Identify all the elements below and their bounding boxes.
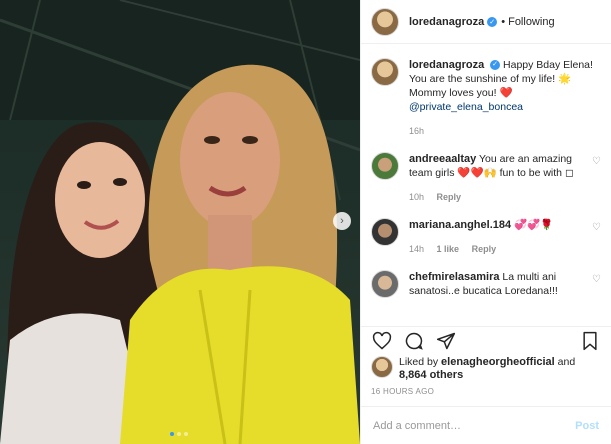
bookmark-icon[interactable] bbox=[579, 330, 601, 352]
carousel-dot bbox=[170, 432, 174, 436]
list-item: chefmirelasamira La multi ani sanatosi..… bbox=[371, 270, 601, 298]
comment-text: 💞💞🌹 bbox=[514, 219, 554, 231]
carousel-dots bbox=[170, 432, 188, 436]
carousel-dot bbox=[184, 432, 188, 436]
comment-username[interactable]: andreeaaltay bbox=[409, 153, 476, 165]
share-icon[interactable] bbox=[435, 330, 457, 352]
post-side-panel: loredanagroza ✓ • Following loredanagroz… bbox=[360, 0, 611, 444]
author-avatar[interactable] bbox=[371, 58, 399, 86]
comment-likes[interactable]: 1 like bbox=[437, 244, 460, 254]
author-avatar[interactable] bbox=[371, 7, 399, 36]
commenter-avatar[interactable] bbox=[371, 270, 399, 298]
reply-button[interactable]: Reply bbox=[437, 192, 462, 202]
caption-time: 16h bbox=[409, 126, 425, 136]
verified-badge-icon: ✓ bbox=[487, 16, 498, 27]
likes-middle: and bbox=[557, 356, 576, 368]
caption-mention-link[interactable]: @private_elena_boncea bbox=[409, 101, 523, 113]
commenter-avatar[interactable] bbox=[371, 152, 399, 180]
likes-count[interactable]: 8,864 others bbox=[399, 369, 463, 381]
liker-username[interactable]: elenagheorgheofficial bbox=[441, 356, 555, 368]
like-comment-heart-icon[interactable]: ♡ bbox=[592, 156, 601, 204]
post-timestamp: 16 HOURS AGO bbox=[371, 387, 435, 396]
following-button[interactable]: • Following bbox=[501, 16, 554, 28]
post-header: loredanagroza ✓ • Following bbox=[361, 0, 611, 44]
verified-badge-icon: ✓ bbox=[490, 60, 501, 71]
like-comment-heart-icon[interactable]: ♡ bbox=[592, 274, 601, 298]
liker-avatar[interactable] bbox=[371, 356, 393, 378]
post-comment-button[interactable]: Post bbox=[575, 420, 599, 432]
author-username[interactable]: loredanagroza bbox=[409, 16, 484, 28]
comment-time: 14h bbox=[409, 244, 425, 254]
heart-icon[interactable] bbox=[371, 330, 393, 352]
caption-username[interactable]: loredanagroza bbox=[409, 59, 484, 71]
comment-icon[interactable] bbox=[403, 330, 425, 352]
post-actions bbox=[361, 326, 611, 354]
likes-summary: Liked by elenagheorgheofficial and 8,864… bbox=[371, 356, 601, 382]
add-comment-bar: Post bbox=[361, 406, 611, 444]
carousel-dot bbox=[177, 432, 181, 436]
list-item: andreeaaltay You are an amazing team gir… bbox=[371, 152, 601, 204]
reply-button[interactable]: Reply bbox=[472, 244, 497, 254]
like-comment-heart-icon[interactable]: ♡ bbox=[592, 222, 601, 256]
list-item: mariana.anghel.184 💞💞🌹 14h 1 like Reply … bbox=[371, 218, 601, 256]
photo-illustration bbox=[0, 0, 360, 444]
likes-prefix: Liked by bbox=[399, 356, 439, 368]
add-comment-input[interactable] bbox=[373, 419, 576, 432]
comment-time: 10h bbox=[409, 192, 425, 202]
caption: loredanagroza ✓ Happy Bday Elena! You ar… bbox=[371, 58, 601, 138]
commenter-avatar[interactable] bbox=[371, 218, 399, 246]
comment-list: loredanagroza ✓ Happy Bday Elena! You ar… bbox=[361, 44, 611, 326]
next-photo-button[interactable]: › bbox=[333, 212, 351, 230]
post-photo[interactable]: › bbox=[0, 0, 360, 444]
comment-username[interactable]: chefmirelasamira bbox=[409, 271, 500, 283]
comment-username[interactable]: mariana.anghel.184 bbox=[409, 219, 511, 231]
